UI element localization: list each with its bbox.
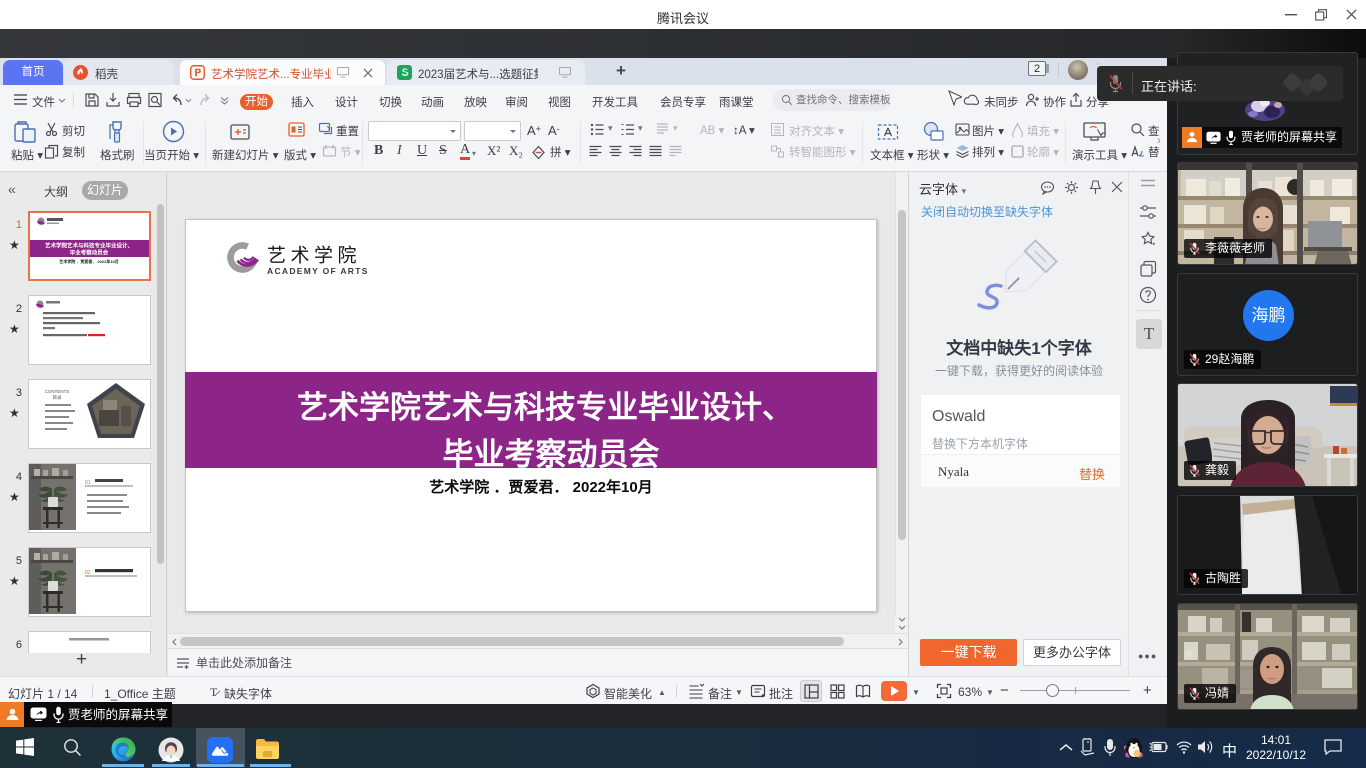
svg-text:ACADEMY OF ARTS: ACADEMY OF ARTS <box>267 266 369 276</box>
svg-text:艺术学院: 艺术学院 <box>267 245 361 267</box>
svg-text:02: 02 <box>85 570 91 576</box>
svg-text:目录: 目录 <box>53 394 62 401</box>
svg-text:毕业考察动员会: 毕业考察动员会 <box>70 249 109 257</box>
svg-text:CONTENTS: CONTENTS <box>45 389 70 394</box>
svg-text:01: 01 <box>85 480 91 486</box>
svg-text:艺术学院艺术与科技专业毕业设计、: 艺术学院艺术与科技专业毕业设计、 <box>45 242 133 250</box>
svg-text:艺术学院 ．贾爱君． 2022年10月: 艺术学院 ．贾爱君． 2022年10月 <box>59 258 119 264</box>
